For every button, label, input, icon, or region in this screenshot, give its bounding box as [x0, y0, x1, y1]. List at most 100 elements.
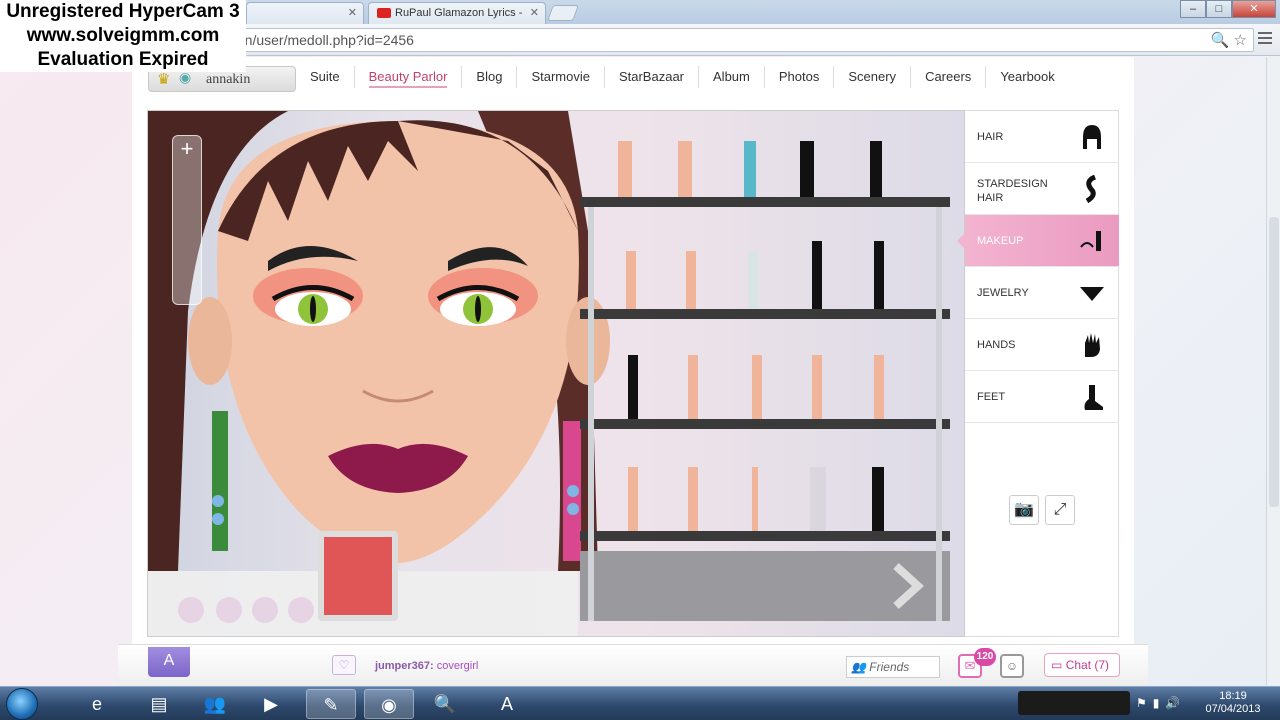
blush-palette[interactable]	[318, 531, 398, 621]
browser-tab-youtube[interactable]: RuPaul Glamazon Lyrics - ✕	[368, 2, 546, 24]
category-hands[interactable]: HANDS	[965, 319, 1119, 371]
media-player-icon[interactable]: ▶	[246, 689, 296, 719]
app-icon[interactable]: A	[482, 689, 532, 719]
friends-label: Friends	[869, 660, 910, 674]
camera-icon: 📷	[1014, 501, 1034, 518]
face-icon: ☺	[1005, 659, 1019, 673]
bookmark-star-icon[interactable]: ☆	[1234, 32, 1247, 49]
zoom-icon[interactable]: 🔍	[1211, 32, 1230, 49]
username: annakin	[206, 72, 251, 87]
category-label: HAIR	[977, 131, 1004, 143]
network-icon[interactable]: ▮	[1153, 691, 1160, 717]
activity-text: covergirl	[436, 660, 479, 672]
browser-menu-icon[interactable]	[1258, 32, 1272, 47]
activity-icon[interactable]: ♡	[332, 655, 356, 675]
tab-close-icon[interactable]: ✕	[530, 3, 539, 23]
scrollbar-thumb[interactable]	[1269, 217, 1279, 507]
start-button[interactable]	[6, 688, 38, 720]
category-label: JEWELRY	[977, 287, 1029, 299]
watermark-line: www.solveigmm.com	[26, 25, 220, 46]
fullscreen-button[interactable]: ⤢	[1045, 495, 1075, 525]
activity-user: jumper367:	[375, 660, 434, 672]
clock[interactable]: 18:19 07/04/2013	[1200, 690, 1266, 716]
beauty-parlor-stage: +	[147, 110, 965, 637]
nav-album[interactable]: Album	[699, 66, 765, 88]
nav-blog[interactable]: Blog	[462, 66, 518, 88]
makeup-shelf	[580, 141, 950, 621]
crown-icon: ♛	[157, 72, 171, 88]
social-bar: A ♡ jumper367: covergirl 👥 Friends ✉ 120…	[118, 644, 1148, 686]
category-label: HANDS	[977, 339, 1016, 351]
watermark-line: Unregistered HyperCam 3	[6, 1, 240, 22]
browser-tab-stardoll[interactable]: ✕	[246, 2, 364, 24]
people-icon[interactable]: 👥	[190, 689, 240, 719]
address-bar[interactable]: /en/user/medoll.php?id=2456 🔍 ☆	[230, 28, 1254, 52]
category-feet[interactable]: FEET	[965, 371, 1119, 423]
tool-dot[interactable]	[178, 597, 204, 623]
left-ear	[188, 297, 232, 385]
nav-scenery[interactable]: Scenery	[834, 66, 912, 88]
tab-title: RuPaul Glamazon Lyrics -	[395, 7, 523, 19]
tab-close-icon[interactable]: ✕	[348, 3, 357, 23]
watermark-line: Evaluation Expired	[37, 49, 209, 70]
nav-beauty-parlor[interactable]: Beauty Parlor	[355, 66, 463, 88]
stardesign-hair-icon	[1085, 175, 1097, 203]
eye-icon: ◉	[179, 71, 192, 86]
system-tray: ⚑ ▮ 🔊	[1018, 691, 1180, 717]
clock-time: 18:19	[1219, 690, 1247, 702]
category-stardesign-hair[interactable]: STARDESIGN HAIR	[965, 163, 1119, 215]
activity-feed[interactable]: jumper367: covergirl	[375, 660, 478, 672]
nav-careers[interactable]: Careers	[911, 66, 987, 88]
nav-photos[interactable]: Photos	[765, 66, 835, 88]
friends-search[interactable]: 👥 Friends	[846, 656, 940, 678]
recording-watermark: Unregistered HyperCam 3 www.solveigmm.co…	[0, 0, 246, 72]
new-tab-button[interactable]	[547, 5, 579, 21]
window-buttons: – □ ✕	[1180, 0, 1276, 18]
chat-icon: ▭	[1051, 658, 1063, 672]
close-button[interactable]: ✕	[1232, 0, 1276, 18]
chat-button[interactable]: ▭ Chat (7)	[1044, 653, 1120, 677]
category-makeup[interactable]: MAKEUP	[957, 215, 1119, 267]
nav-starbazaar[interactable]: StarBazaar	[605, 66, 700, 88]
fullscreen-icon: ⤢	[1053, 501, 1067, 518]
hand-icon	[1085, 333, 1100, 357]
category-jewelry[interactable]: JEWELRY	[965, 267, 1119, 319]
hair-icon	[1083, 125, 1101, 149]
nav-suite[interactable]: Suite	[296, 66, 355, 88]
chat-label: Chat (7)	[1065, 658, 1110, 672]
category-label: FEET	[977, 391, 1006, 403]
category-panel: HAIR STARDESIGN HAIR MAKEUP JEWELRY HAND…	[957, 110, 1119, 637]
foot-icon	[1084, 385, 1103, 410]
internet-explorer-icon[interactable]: e	[72, 689, 122, 719]
hypercam-icon[interactable]: ✎	[306, 689, 356, 719]
site-nav: Suite Beauty Parlor Blog Starmovie StarB…	[296, 66, 1069, 92]
nav-yearbook[interactable]: Yearbook	[986, 66, 1068, 88]
category-label: MAKEUP	[977, 235, 1024, 247]
makeup-tool-tray	[148, 531, 578, 636]
category-label: STARDESIGN HAIR	[977, 178, 1048, 204]
url-text: /en/user/medoll.php?id=2456	[233, 32, 414, 48]
makeup-icon	[1080, 231, 1101, 251]
tool-dot[interactable]	[288, 597, 314, 623]
mail-count-badge: 120	[974, 648, 996, 666]
recording-controls[interactable]	[1018, 691, 1130, 715]
minimize-button[interactable]: –	[1180, 0, 1206, 18]
file-explorer-icon[interactable]: ▤	[134, 689, 184, 719]
category-hair[interactable]: HAIR	[965, 111, 1119, 163]
volume-icon[interactable]: 🔊	[1165, 691, 1180, 717]
tool-dot[interactable]	[216, 597, 242, 623]
chrome-icon[interactable]: ◉	[364, 689, 414, 719]
zoom-slider[interactable]: +	[172, 135, 202, 305]
camera-button[interactable]: 📷	[1009, 495, 1039, 525]
friends-button[interactable]: ☺	[1000, 654, 1024, 678]
flag-icon[interactable]: ⚑	[1136, 691, 1147, 717]
page-scrollbar[interactable]	[1266, 57, 1280, 685]
tool-dot[interactable]	[252, 597, 278, 623]
nav-starmovie[interactable]: Starmovie	[517, 66, 605, 88]
magnifier-icon[interactable]: 🔍	[420, 689, 470, 719]
site-logo-button[interactable]: A	[148, 647, 190, 677]
maximize-button[interactable]: □	[1206, 0, 1232, 18]
zoom-in-icon[interactable]: +	[181, 136, 194, 161]
windows-taskbar: e ▤ 👥 ▶ ✎ ◉ 🔍 A ⚑ ▮ 🔊 18:19 07/04/2013	[0, 686, 1280, 720]
logo-icon: A	[163, 652, 175, 669]
